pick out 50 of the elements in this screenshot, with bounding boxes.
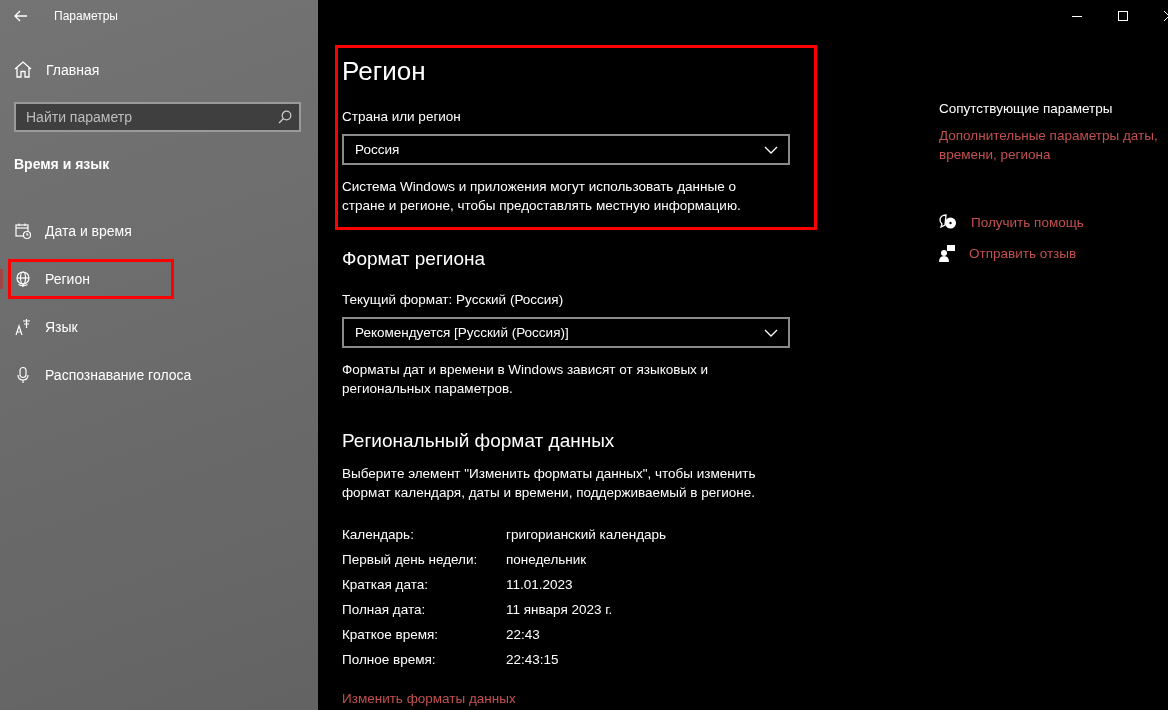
format-label: Полная дата: [342, 601, 427, 619]
chevron-down-icon [764, 145, 778, 154]
nav-item[interactable]: Язык [0, 303, 318, 351]
change-formats-link[interactable]: Изменить форматы данных [342, 691, 516, 706]
description: Форматы дат и времени в Windows зависят от языковых и региональных параметров. [342, 361, 710, 398]
format-label: Полное время: [342, 651, 437, 669]
window-title: Параметры [54, 9, 118, 23]
field-label: Страна или регион [342, 109, 462, 124]
format-label: Краткая дата: [342, 576, 429, 594]
language-icon [14, 318, 32, 336]
nav-item[interactable]: Дата и время [0, 207, 318, 255]
home-nav-item[interactable]: Главная [14, 61, 100, 78]
format-dropdown[interactable]: Рекомендуется [Русский (Россия)] [342, 317, 790, 348]
calendar-clock-icon [14, 222, 32, 240]
section-heading: Региональный формат данных [342, 430, 616, 452]
action-link[interactable]: Отправить отзыв [969, 246, 1077, 261]
format-value: григорианский календарь [506, 526, 668, 544]
back-arrow-icon [14, 10, 28, 22]
page-title: Регион [342, 56, 427, 87]
chat-question-icon [939, 214, 957, 230]
microphone-icon [14, 366, 32, 384]
description: Выберите элемент "Изменить форматы данных", чтобы изменить формат календаря, даты и времени, поддерживаемый в регионе. [342, 465, 757, 502]
globe-icon [14, 270, 32, 288]
format-value: 11 января 2023 г. [506, 601, 614, 619]
nav-item[interactable]: Регион [8, 259, 174, 299]
format-label: Первый день недели: [342, 551, 479, 569]
format-value: 22:43 [506, 626, 541, 644]
minimize-icon [1072, 15, 1082, 17]
format-label: Календарь: [342, 526, 415, 544]
field-label: Текущий формат: Русский (Россия) [342, 292, 565, 307]
action-link[interactable]: Получить помощь [971, 214, 1084, 230]
format-value: 11.01.2023 [506, 576, 574, 594]
search-icon [278, 110, 292, 124]
nav-item[interactable]: Распознавание голоса [0, 351, 318, 399]
search-field[interactable]: Найти параметр [14, 102, 301, 132]
related-link[interactable]: Дополнительные параметры даты, времени, региона [939, 126, 1168, 164]
format-value: 22:43:15 [506, 651, 560, 669]
chevron-down-icon [764, 328, 778, 337]
section-heading: Время и язык [14, 156, 111, 172]
close-icon [1164, 11, 1168, 21]
format-value: понедельник [506, 551, 588, 569]
description: Система Windows и приложения могут использовать данные о стране и регионе, чтобы предоставлять местную информацию. [342, 178, 742, 215]
maximize-icon [1118, 11, 1128, 21]
section-heading: Формат региона [342, 248, 487, 270]
back-button[interactable] [14, 10, 28, 22]
home-icon [14, 61, 32, 78]
related-heading: Сопутствующие параметры [939, 101, 1114, 116]
format-label: Краткое время: [342, 626, 440, 644]
country-dropdown[interactable]: Россия [342, 134, 790, 165]
person-feedback-icon [939, 245, 955, 262]
